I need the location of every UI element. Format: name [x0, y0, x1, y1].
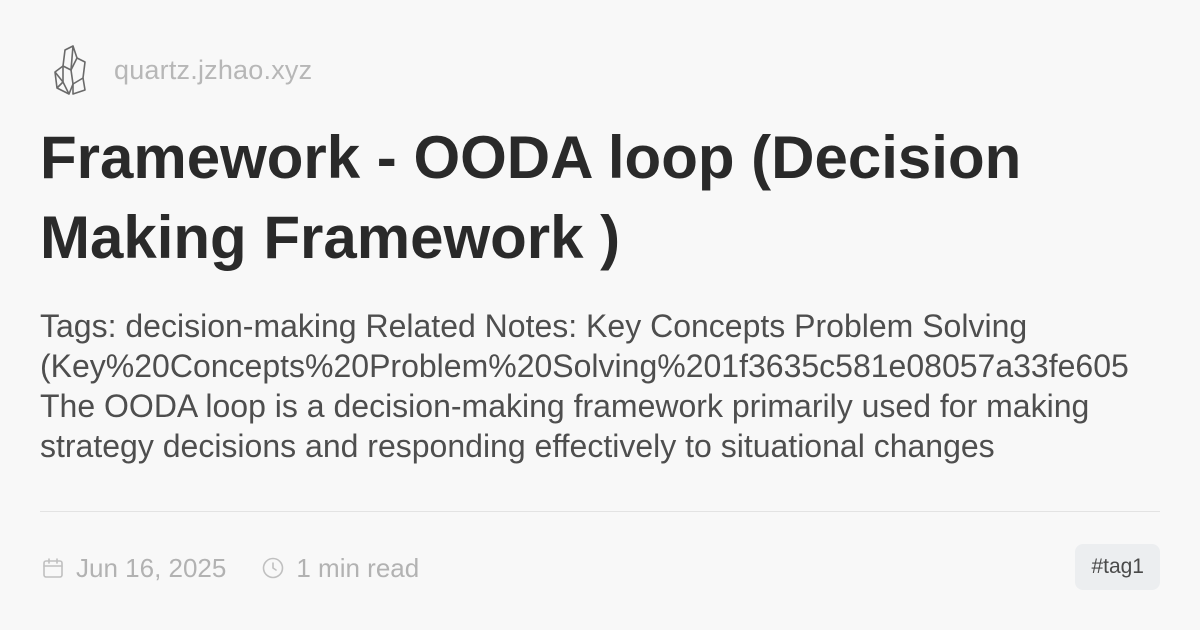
site-name[interactable]: quartz.jzhao.xyz — [114, 55, 312, 86]
divider — [40, 511, 1160, 512]
post-excerpt: Tags: decision-making Related Notes: Key… — [40, 306, 1160, 474]
excerpt-line: Tags: decision-making Related Notes: Key… — [40, 308, 1028, 344]
post-meta: Jun 16, 2025 1 min read — [40, 548, 419, 588]
page-title: Framework - OODA loop (Decision Making F… — [40, 124, 1022, 271]
reading-time-text: 1 min read — [296, 552, 420, 583]
clock-icon — [260, 555, 286, 581]
excerpt-line: strategy decisions and responding effect… — [40, 428, 995, 464]
publish-date: Jun 16, 2025 — [40, 553, 226, 584]
og-card: quartz.jzhao.xyz Framework - OODA loop (… — [0, 0, 1200, 630]
crystal-logo-icon — [46, 40, 94, 100]
date-text: Jun 16, 2025 — [76, 552, 227, 583]
site-header: quartz.jzhao.xyz — [46, 40, 312, 100]
excerpt-line: The OODA loop is a decision-making frame… — [40, 388, 1090, 424]
tag-badge[interactable]: #tag1 — [1075, 544, 1160, 590]
calendar-icon — [40, 555, 66, 581]
reading-time: 1 min read — [260, 553, 419, 584]
excerpt-line: (Key%20Concepts%20Problem%20Solving%201f… — [40, 348, 1129, 384]
